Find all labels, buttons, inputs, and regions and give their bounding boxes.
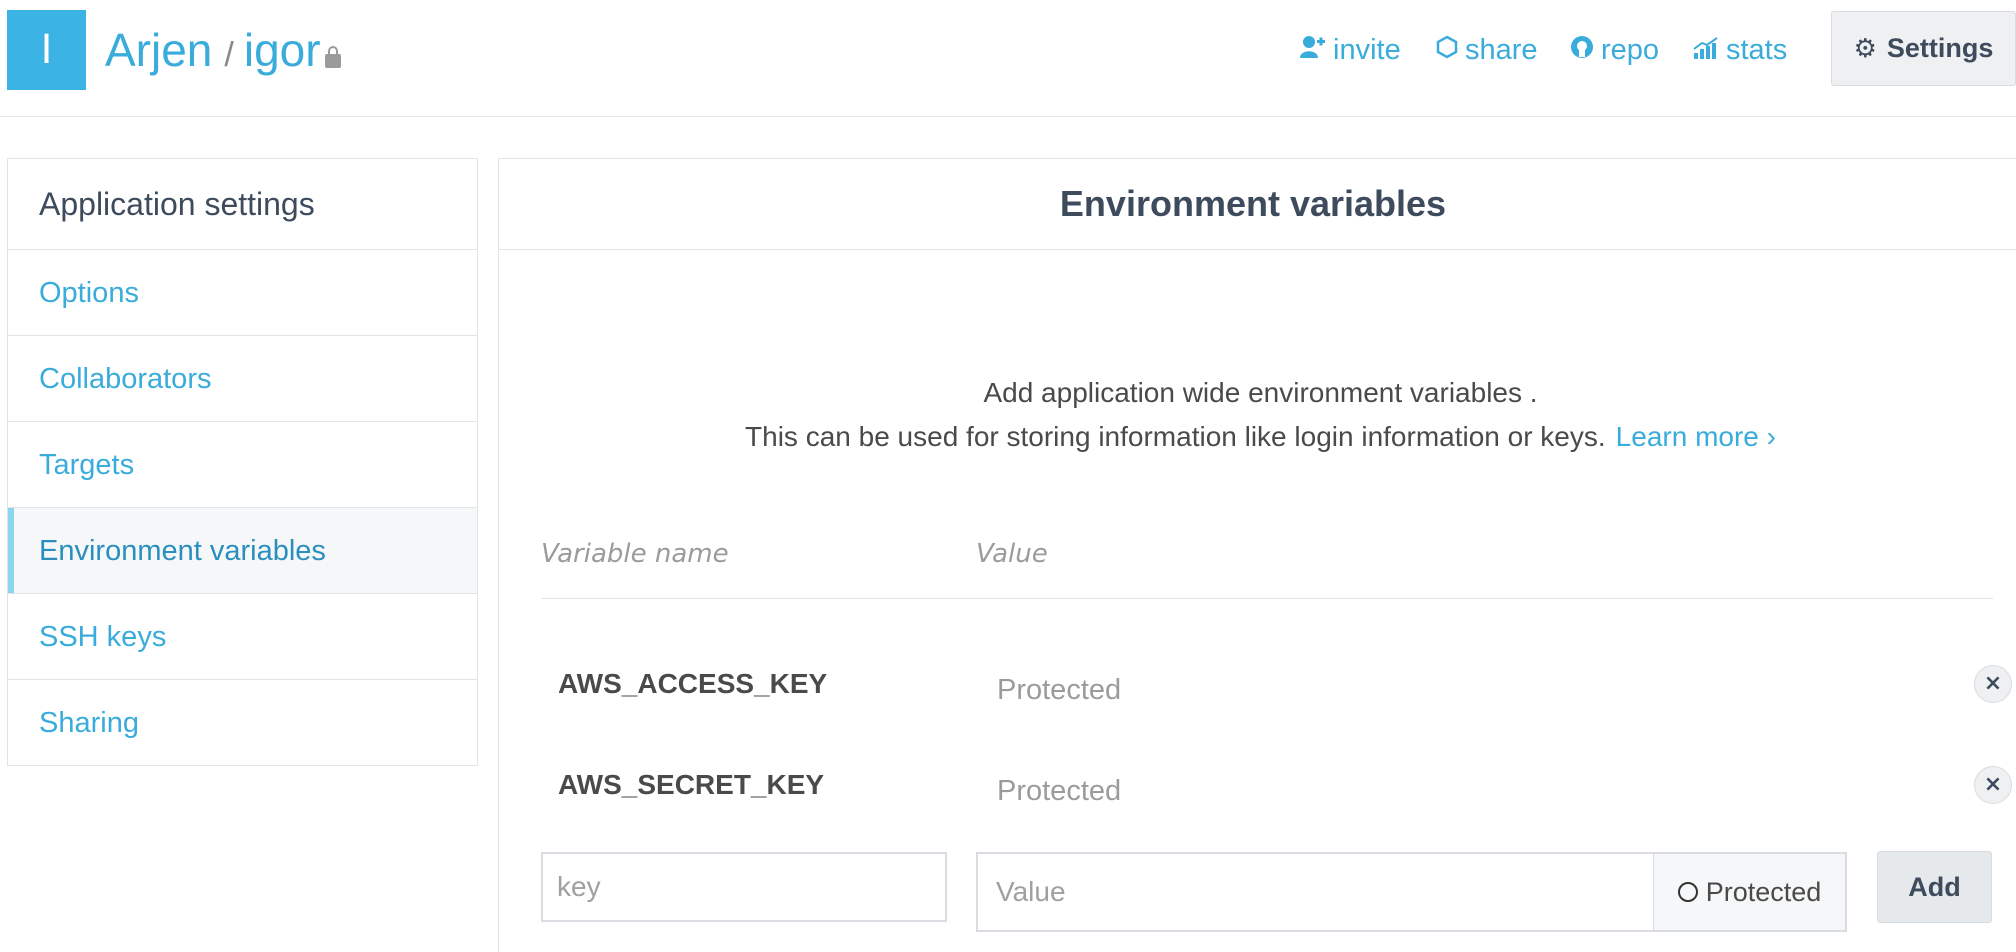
protected-label: Protected	[1705, 876, 1822, 907]
share-icon	[1436, 34, 1458, 67]
environment-variables-panel: Environment variables Add application wi…	[498, 158, 2016, 952]
sidebar-title: Application settings	[8, 159, 477, 250]
delete-variable-button[interactable]: ×	[1974, 665, 2012, 703]
intro-text-line2: This can be used for storing information…	[499, 421, 2016, 453]
repo-icon	[1570, 34, 1594, 67]
invite-icon	[1300, 34, 1326, 67]
breadcrumb-separator: /	[224, 36, 234, 74]
repo-link[interactable]: repo	[1570, 30, 1659, 70]
header-divider	[541, 598, 1993, 599]
breadcrumb-owner-link[interactable]: Arjen	[105, 24, 212, 76]
new-variable-key-input[interactable]	[541, 852, 947, 922]
sidebar-item-environment-variables[interactable]: Environment variables	[8, 508, 477, 594]
variable-row: AWS_ACCESS_KEY Protected ×	[541, 654, 2012, 714]
delete-variable-button[interactable]: ×	[1974, 766, 2012, 804]
stats-label: stats	[1726, 33, 1788, 66]
column-header-variable-name: Variable name	[541, 539, 729, 569]
radio-icon	[1677, 882, 1698, 902]
intro-text: This can be used for storing information…	[745, 421, 1606, 452]
variable-value: Protected	[997, 674, 1122, 706]
panel-title: Environment variables	[499, 159, 2016, 250]
settings-button[interactable]: ⚙ Settings	[1831, 11, 2016, 86]
repo-label: repo	[1601, 33, 1660, 66]
learn-more-link[interactable]: Learn more ›	[1616, 421, 1776, 452]
sidebar-item-targets[interactable]: Targets	[8, 422, 477, 508]
breadcrumb-project-link[interactable]: igor	[244, 24, 321, 76]
stats-icon	[1693, 34, 1719, 67]
share-link[interactable]: share	[1436, 30, 1538, 70]
close-icon: ×	[1983, 671, 2003, 696]
variable-key: AWS_SECRET_KEY	[558, 769, 825, 800]
share-label: share	[1465, 33, 1538, 66]
variable-row: AWS_SECRET_KEY Protected ×	[541, 755, 2012, 815]
invite-link[interactable]: invite	[1300, 30, 1401, 70]
new-variable-value-input[interactable]	[978, 854, 1653, 930]
project-avatar[interactable]: I	[7, 10, 86, 90]
stats-link[interactable]: stats	[1693, 30, 1787, 70]
close-icon: ×	[1983, 772, 2003, 797]
variable-key: AWS_ACCESS_KEY	[558, 668, 828, 699]
sidebar-item-sharing[interactable]: Sharing	[8, 680, 477, 766]
sidebar-item-collaborators[interactable]: Collaborators	[8, 336, 477, 422]
column-header-value: Value	[976, 539, 1048, 569]
invite-label: invite	[1333, 33, 1401, 66]
settings-sidebar: Application settings Options Collaborato…	[7, 158, 478, 766]
variable-value: Protected	[997, 775, 1122, 807]
intro-text-line1: Add application wide environment variabl…	[983, 377, 1538, 408]
add-variable-button[interactable]: Add	[1877, 851, 1992, 923]
sidebar-item-ssh-keys[interactable]: SSH keys	[8, 594, 477, 680]
sidebar-item-options[interactable]: Options	[8, 250, 477, 336]
top-header: I Arjen / igor invite share repo stats ⚙ S…	[0, 0, 2016, 117]
protected-toggle[interactable]: Protected	[1653, 854, 1845, 930]
new-variable-value-group: Protected	[976, 852, 1847, 932]
lock-icon	[324, 46, 341, 68]
gear-icon: ⚙	[1853, 33, 1877, 64]
settings-label: Settings	[1886, 33, 1994, 63]
breadcrumb: Arjen / igor	[105, 20, 341, 85]
